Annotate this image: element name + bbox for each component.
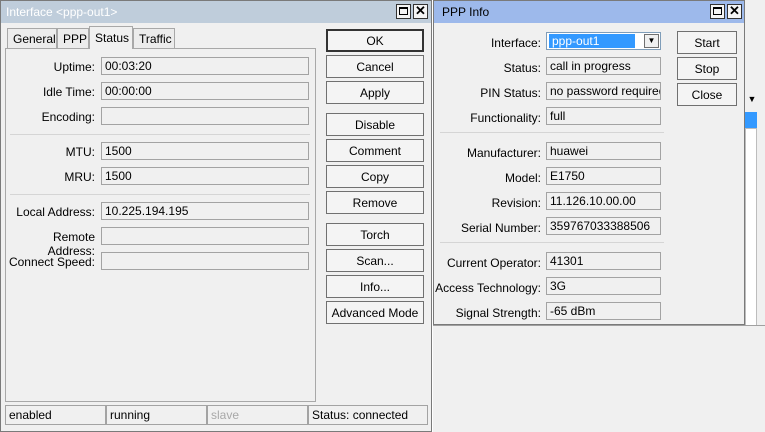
local-address-label: Local Address: (16, 205, 95, 219)
close-button[interactable]: Close (677, 83, 737, 106)
ppp-interface-select[interactable]: ppp-out1 ▼ (546, 32, 661, 50)
status-enabled: enabled (5, 405, 106, 425)
ppp-status-label: Status: (503, 61, 541, 75)
remote-address-label: Remote Address: (47, 230, 95, 258)
ppp-info-titlebar[interactable]: PPP Info (434, 1, 744, 23)
uptime-field[interactable]: 00:03:20 (101, 57, 309, 75)
current-operator-field[interactable]: 41301 (546, 252, 661, 270)
separator (10, 134, 310, 135)
access-technology-field[interactable]: 3G (546, 277, 661, 295)
maximize-icon[interactable] (710, 4, 725, 19)
background-list-pane (745, 128, 757, 358)
interface-window: Interface <ppp-out1> ✕ General PPP Statu… (0, 0, 432, 432)
scan-button[interactable]: Scan... (326, 249, 424, 272)
manufacturer-label: Manufacturer: (466, 146, 541, 160)
access-technology-label: Access Technology: (435, 281, 541, 295)
start-button[interactable]: Start (677, 31, 737, 54)
serial-number-field[interactable]: 359767033388506 (546, 217, 661, 235)
signal-strength-label: Signal Strength: (455, 306, 541, 320)
model-field[interactable]: E1750 (546, 167, 661, 185)
tab-status[interactable]: Status (89, 26, 133, 49)
model-label: Model: (504, 171, 541, 185)
interface-window-titlebar[interactable]: Interface <ppp-out1> (1, 1, 431, 23)
separator (440, 242, 664, 243)
background-window-bottom (433, 325, 765, 432)
status-connected: Status: connected (308, 405, 428, 425)
status-running: running (106, 405, 207, 425)
functionality-field[interactable]: full (546, 107, 661, 125)
remote-address-field[interactable] (101, 227, 309, 245)
apply-button[interactable]: Apply (326, 81, 424, 104)
tab-traffic[interactable]: Traffic (133, 28, 175, 48)
encoding-field[interactable] (101, 107, 309, 125)
manufacturer-field[interactable]: huawei (546, 142, 661, 160)
separator (440, 132, 664, 133)
close-icon[interactable]: ✕ (413, 4, 428, 19)
close-icon[interactable]: ✕ (727, 4, 742, 19)
local-address-field[interactable]: 10.225.194.195 (101, 202, 309, 220)
mru-field[interactable]: 1500 (101, 167, 309, 185)
mtu-label: MTU: (65, 145, 95, 159)
tab-general[interactable]: General (7, 28, 57, 48)
connect-speed-label: Connect Speed: (8, 255, 95, 269)
disable-button[interactable]: Disable (326, 113, 424, 136)
ok-button[interactable]: OK (326, 29, 424, 52)
pin-status-field[interactable]: no password required (546, 82, 661, 100)
revision-field[interactable]: 11.126.10.00.00 (546, 192, 661, 210)
background-list-selection (745, 112, 757, 128)
copy-button[interactable]: Copy (326, 165, 424, 188)
info-button[interactable]: Info... (326, 275, 424, 298)
encoding-label: Encoding: (41, 110, 95, 124)
interface-window-title: Interface <ppp-out1> (6, 5, 118, 19)
serial-number-label: Serial Number: (460, 221, 541, 235)
functionality-label: Functionality: (470, 111, 541, 125)
cancel-button[interactable]: Cancel (326, 55, 424, 78)
status-panel: Uptime: 00:03:20 Idle Time: 00:00:00 Enc… (5, 48, 316, 402)
chevron-down-icon[interactable]: ▼ (644, 34, 659, 48)
ppp-interface-value: ppp-out1 (549, 34, 635, 48)
comment-button[interactable]: Comment (326, 139, 424, 162)
pin-status-label: PIN Status: (480, 86, 541, 100)
remove-button[interactable]: Remove (326, 191, 424, 214)
ppp-status-field[interactable]: call in progress (546, 57, 661, 75)
mtu-field[interactable]: 1500 (101, 142, 309, 160)
ppp-info-title: PPP Info (442, 5, 490, 19)
separator (10, 194, 310, 195)
idle-time-label: Idle Time: (42, 85, 95, 99)
current-operator-label: Current Operator: (446, 256, 541, 270)
signal-strength-field[interactable]: -65 dBm (546, 302, 661, 320)
ppp-info-window: PPP Info ✕ Interface: ppp-out1 ▼ Status:… (433, 0, 745, 325)
mru-label: MRU: (64, 170, 95, 184)
stop-button[interactable]: Stop (677, 57, 737, 80)
torch-button[interactable]: Torch (326, 223, 424, 246)
ppp-interface-label: Interface: (490, 36, 541, 50)
tab-ppp[interactable]: PPP (57, 28, 89, 48)
connect-speed-field[interactable] (101, 252, 309, 270)
background-scroll-arrow: ▼ (747, 94, 757, 104)
revision-label: Revision: (491, 196, 541, 210)
maximize-icon[interactable] (396, 4, 411, 19)
uptime-label: Uptime: (53, 60, 95, 74)
idle-time-field[interactable]: 00:00:00 (101, 82, 309, 100)
advanced-mode-button[interactable]: Advanced Mode (326, 301, 424, 324)
status-slave: slave (207, 405, 308, 425)
